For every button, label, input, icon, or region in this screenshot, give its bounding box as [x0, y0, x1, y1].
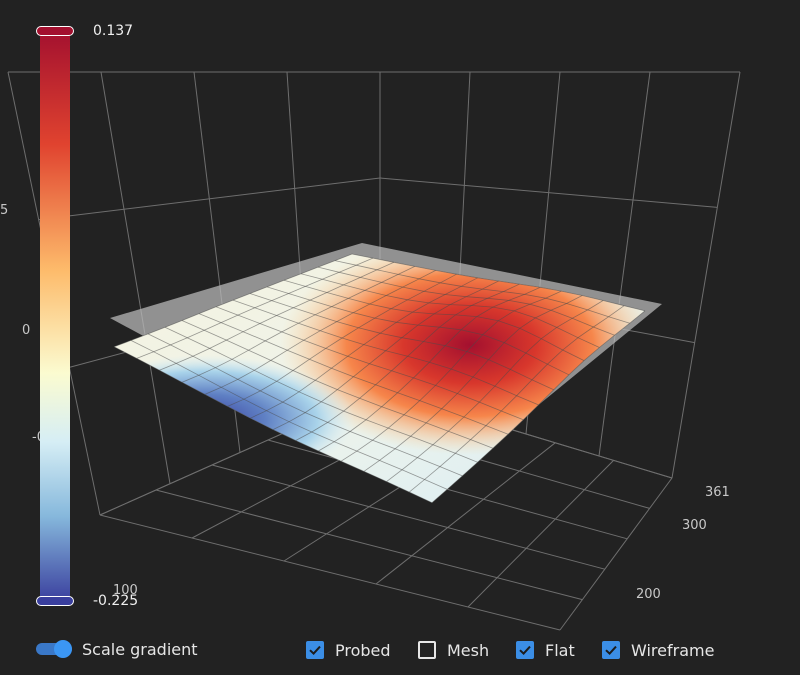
scale-min-handle[interactable]: [36, 596, 74, 606]
toggle-knob: [54, 640, 72, 658]
color-scale-gradient: [40, 30, 70, 602]
probed-checkbox[interactable]: Probed: [306, 640, 391, 660]
flat-label: Flat: [545, 640, 575, 660]
z-tick-label: 0: [22, 323, 31, 338]
color-scale-bar: [40, 30, 70, 602]
z-tick-label: 5: [0, 203, 9, 218]
probed-label: Probed: [335, 640, 391, 660]
scale-min-label: -0.225: [93, 593, 139, 609]
wireframe-checkbox[interactable]: Wireframe: [602, 640, 714, 660]
y-tick-label: 361: [705, 485, 730, 500]
scale-max-label: 0.137: [93, 23, 134, 39]
3d-viewport[interactable]: 5 0 -0 100 200 300 361: [0, 0, 800, 670]
checkbox-checked-icon: [602, 641, 620, 659]
view-controls: Scale gradient Probed Mesh Flat Wirefram…: [0, 632, 800, 666]
scale-max-handle[interactable]: [36, 26, 74, 36]
scale-gradient-label: Scale gradient: [82, 640, 198, 659]
checkbox-checked-icon: [306, 641, 324, 659]
scale-gradient-toggle[interactable]: [34, 640, 74, 658]
y-tick-label: 200: [636, 587, 661, 602]
probed-surface: [113, 253, 646, 504]
mesh-checkbox[interactable]: Mesh: [418, 640, 489, 660]
flat-checkbox[interactable]: Flat: [516, 640, 575, 660]
y-tick-label: 300: [682, 518, 707, 533]
checkbox-unchecked-icon: [418, 641, 436, 659]
cold-region: [114, 355, 355, 485]
mesh-label: Mesh: [447, 640, 490, 660]
surface-plot[interactable]: [0, 0, 800, 670]
wireframe-label: Wireframe: [631, 640, 715, 660]
checkbox-checked-icon: [516, 641, 534, 659]
